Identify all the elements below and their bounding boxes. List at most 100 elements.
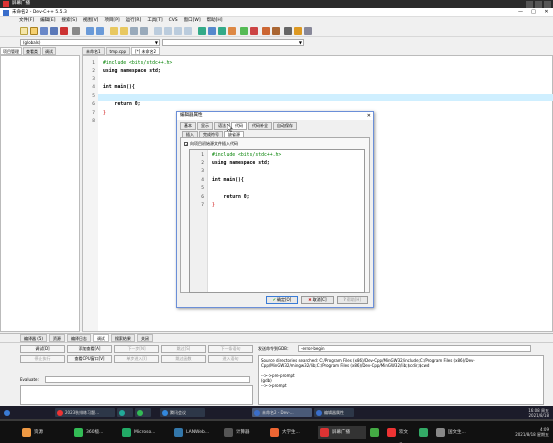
tab-untitled1[interactable]: 未命名1 [82,47,105,55]
taskbar-item[interactable]: 欢文生... [385,426,415,439]
menu-tools[interactable]: 工具[T] [147,17,162,25]
debug-icon[interactable] [284,27,292,35]
tab-resources[interactable]: 资源 [48,334,65,342]
skip-button[interactable]: 跳过[S] [161,345,206,353]
enter-statement-button[interactable]: 进入语句 [208,355,253,363]
start-button[interactable] [2,408,10,417]
profile-icon[interactable] [262,27,270,35]
save-icon[interactable] [40,27,48,35]
insert-code-checkbox[interactable]: ✓ 向项目初始源文件插入代码 [184,141,238,147]
taskbar-item[interactable] [117,408,133,417]
checkbox-checked-icon: ✓ [184,142,189,147]
check-icon[interactable] [240,27,248,35]
taskbar-item-active[interactable]: 屏幕广播 [318,426,366,439]
project-panel[interactable] [0,55,80,332]
taskbar-item[interactable]: 国文生... [434,426,474,439]
replace-icon[interactable] [120,27,128,35]
stop-icon[interactable] [250,27,258,35]
menu-project[interactable]: 项目[P] [104,17,119,25]
menu-view[interactable]: 视图[V] [83,17,99,25]
delete-profile-icon[interactable] [272,27,280,35]
tab-close[interactable]: 关闭 [136,334,153,342]
menu-window[interactable]: 窗口[W] [184,17,201,25]
new-file-icon[interactable] [20,27,28,35]
tab-completion[interactable]: 代码补全 [248,122,272,130]
window-close-button[interactable]: ✕ [540,8,553,17]
evaluate-input[interactable] [45,376,250,383]
cpu-window-button[interactable]: 查看CPU窗口[V] [67,355,112,363]
redo-icon[interactable] [96,27,104,35]
help-button[interactable]: ? 帮助[H] [336,296,368,304]
indent-icon[interactable] [154,27,162,35]
taskbar-item[interactable]: 大学生... [268,426,316,439]
menu-help[interactable]: 帮助[H] [207,17,223,25]
taskbar-item[interactable] [417,426,433,439]
default-source-editor[interactable]: 1 2 3 4 5 6 7 #include <bits/stdc++.h> u… [189,149,365,293]
globals-select[interactable]: (globals) ▼ [20,38,160,46]
bookmark-icon[interactable] [140,27,148,35]
about-icon[interactable] [304,27,312,35]
next-step-button[interactable]: 下一步[N] [114,345,159,353]
compile-icon[interactable] [198,27,206,35]
members-select[interactable]: ▼ [162,38,304,46]
tab-debug[interactable]: 调试 [42,47,56,55]
tab-compiler[interactable]: 编译器 (5) [20,334,47,342]
rebuild-icon[interactable] [228,27,236,35]
taskbar-item-active[interactable]: 未命名2 - Dev-... [252,408,312,417]
stop-exec-button[interactable]: 停止执行 [20,355,65,363]
tab-search-results[interactable]: 搜索结果 [110,334,135,342]
taskbar-item[interactable]: 计算器 [222,426,267,439]
window-maximize-button[interactable]: □ [527,8,540,17]
tab-general[interactable]: 基本 [180,122,196,130]
tab-project[interactable]: 项目管理 [0,47,22,55]
find-icon[interactable] [110,27,118,35]
save-all-icon[interactable] [50,27,58,35]
unindent-icon[interactable] [164,27,172,35]
menu-cvs[interactable]: CVS [169,17,178,25]
tab-untitled2[interactable]: [*] 未命名2 [131,47,161,55]
maximize-icon[interactable] [535,0,542,8]
tab-compile-log[interactable]: 编译日志 [66,334,91,342]
taskbar-item[interactable]: 360极... [72,426,117,439]
menu-search[interactable]: 搜索[S] [61,17,76,25]
debug-button[interactable]: 调试[D] [20,345,65,353]
toggle-comment-icon[interactable] [174,27,182,35]
add-watch-button[interactable]: 添加查看[A] [67,345,112,353]
goto-icon[interactable] [130,27,138,35]
gdb-command-input[interactable]: -error-begin [298,345,531,352]
taskbar-item[interactable]: Microso... [120,426,170,439]
taskbar-item[interactable] [368,426,384,439]
ok-button[interactable]: ✔ 确定[O] [265,296,299,304]
menu-file[interactable]: 文件[F] [19,17,34,25]
tab-display[interactable]: 显示 [197,122,213,130]
tab-code[interactable]: 代码 [231,122,247,130]
minimize-icon[interactable] [526,0,533,8]
close-file-icon[interactable] [60,27,68,35]
taskbar-item[interactable]: 资源 [20,426,60,439]
taskbar-item[interactable]: 2023秋排练习题... [55,408,115,417]
cancel-button[interactable]: ✖ 取消[C] [301,296,334,304]
window-minimize-button[interactable]: — [514,8,527,17]
close-icon[interactable] [544,0,551,8]
taskbar-item[interactable]: 腾讯会议 [160,408,205,417]
print-icon[interactable] [72,27,80,35]
taskbar-item[interactable]: LANWeb... [172,426,220,439]
menu-run[interactable]: 运行[R] [126,17,142,25]
skip-function-button[interactable]: 跳过函数 [161,355,206,363]
tab-debug-panel[interactable]: 调试 [92,334,109,342]
format-icon[interactable] [184,27,192,35]
taskbar-item[interactable]: 编辑器属性 [314,408,354,417]
next-statement-button[interactable]: 下一条语句 [208,345,253,353]
tab-classes[interactable]: 查看类 [23,47,41,55]
run-icon[interactable] [208,27,216,35]
open-folder-icon[interactable] [30,27,38,35]
tab-autosave[interactable]: 自动保存 [273,122,297,130]
compile-run-icon[interactable] [218,27,226,35]
menu-edit[interactable]: 编辑[E] [40,17,55,25]
step-into-button[interactable]: 单步进入[I] [114,355,159,363]
dialog-close-button[interactable]: ✕ [367,112,371,120]
tab-tmp-cpp[interactable]: tmp.cpp [105,47,131,55]
taskbar-item[interactable] [135,408,151,417]
undo-icon[interactable] [86,27,94,35]
project-options-icon[interactable] [294,27,302,35]
